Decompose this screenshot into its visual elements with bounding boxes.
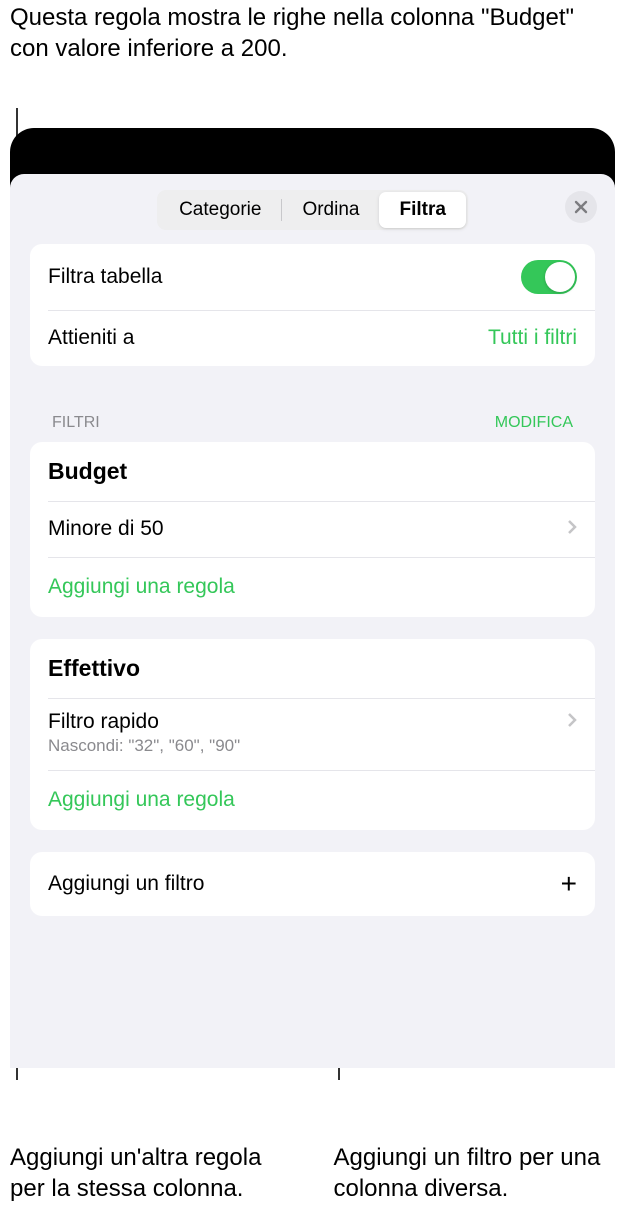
filters-section-header: FILTRI MODIFICA [30,384,595,442]
add-rule-button[interactable]: Aggiungi una regola [30,770,595,830]
filter-group-column: Effettivo [30,639,595,698]
match-value: Tutti i filtri [488,326,577,350]
tab-categories[interactable]: Categorie [159,192,281,228]
content: Filtra tabella Attieniti a Tutti i filtr… [10,244,615,916]
sheet: Categorie Ordina Filtra Filtra tabella A… [10,174,615,1068]
edit-button[interactable]: MODIFICA [495,414,573,432]
phone-frame: Categorie Ordina Filtra Filtra tabella A… [10,128,615,1068]
sheet-header: Categorie Ordina Filtra [10,174,615,244]
segmented-control: Categorie Ordina Filtra [157,190,468,230]
filter-rule-text: Minore di 50 [48,517,164,541]
quick-filter-detail: Nascondi: "32", "60", "90" [48,736,577,756]
quick-filter-title: Filtro rapido [48,710,159,734]
add-filter-label: Aggiungi un filtro [48,872,204,896]
filter-group-budget: Budget Minore di 50 Aggiungi una regola [30,442,595,617]
add-filter-card: Aggiungi un filtro + [30,852,595,916]
filter-rule-row[interactable]: Minore di 50 [30,501,595,557]
callouts-bottom: Aggiungi un'altra regola per la stessa c… [0,1142,625,1204]
filter-table-label: Filtra tabella [48,265,162,289]
callout-bottom-left: Aggiungi un'altra regola per la stessa c… [10,1142,292,1204]
filter-settings-card: Filtra tabella Attieniti a Tutti i filtr… [30,244,595,366]
tab-sort[interactable]: Ordina [282,192,379,228]
chevron-right-icon [567,712,577,733]
filter-table-toggle[interactable] [521,260,577,294]
filters-section-title: FILTRI [52,414,100,432]
add-filter-button[interactable]: Aggiungi un filtro + [30,852,595,916]
chevron-right-icon [567,519,577,540]
close-button[interactable] [565,191,597,223]
filter-group-column: Budget [30,442,595,501]
plus-icon: + [561,870,577,898]
tab-filter[interactable]: Filtra [379,192,465,228]
match-row[interactable]: Attieniti a Tutti i filtri [30,310,595,366]
add-rule-button[interactable]: Aggiungi una regola [30,557,595,617]
callout-top: Questa regola mostra le righe nella colo… [10,2,615,64]
filter-group-effettivo: Effettivo Filtro rapido Nascondi: "32", … [30,639,595,830]
filter-table-row: Filtra tabella [30,244,595,310]
match-label: Attieniti a [48,326,134,350]
close-icon [574,200,588,214]
callout-bottom-right: Aggiungi un filtro per una colonna diver… [334,1142,616,1204]
quick-filter-row[interactable]: Filtro rapido Nascondi: "32", "60", "90" [30,698,595,770]
